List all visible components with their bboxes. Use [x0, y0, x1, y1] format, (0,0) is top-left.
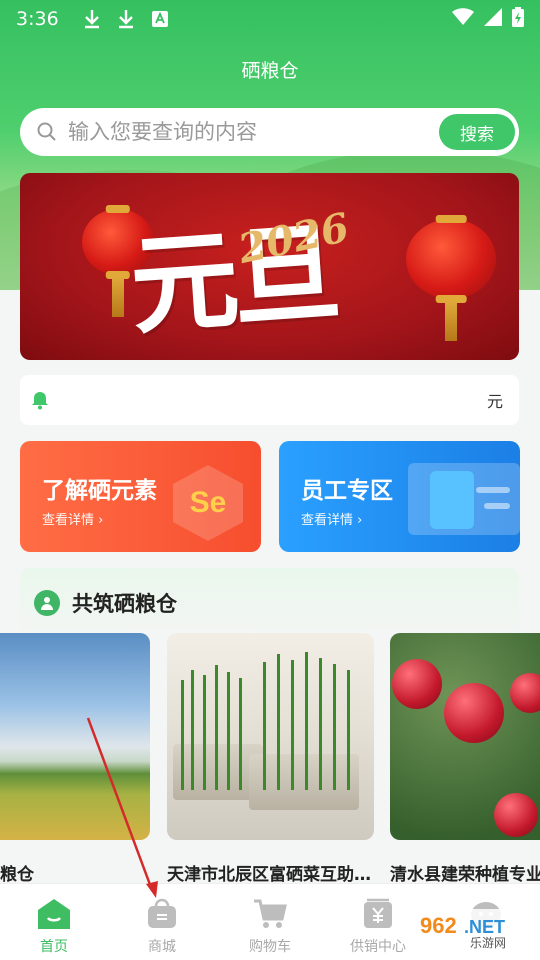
bell-icon: [32, 392, 48, 410]
notice-text: 元: [486, 392, 503, 411]
product-name: 粮仓: [0, 865, 34, 885]
search-bar[interactable]: 搜索: [20, 108, 519, 156]
id-card-icon: [408, 463, 520, 535]
card-detail-link[interactable]: 查看详情 ›: [301, 509, 362, 528]
search-input[interactable]: [68, 120, 439, 144]
page-title: 硒粮仓: [241, 60, 299, 82]
selenium-symbol: Se: [189, 486, 227, 519]
battery-icon: [512, 6, 524, 32]
cart-icon: [252, 896, 288, 932]
tab-label: 供销中心: [350, 939, 406, 955]
product-carousel[interactable]: 粮仓 天津市北辰区富硒菜互助共享 清水县建荣种植专业合: [0, 633, 540, 893]
search-icon: [37, 122, 56, 141]
section-title: 共筑硒粮仓: [72, 588, 181, 620]
product-name: 清水县建荣种植专业合作社: [390, 865, 540, 885]
product-card[interactable]: 清水县建荣种植专业合作社: [390, 633, 540, 885]
notice-bar[interactable]: 元: [20, 375, 519, 425]
home-icon: [36, 896, 72, 932]
signal-icon: [484, 7, 502, 31]
wifi-icon: [452, 7, 474, 31]
section-header: 共筑硒粮仓: [34, 588, 181, 620]
download-icon: [81, 8, 103, 30]
product-image: [0, 633, 150, 840]
tab-shop[interactable]: 商城: [108, 884, 216, 960]
learn-selenium-card[interactable]: 了解硒元素 查看详情 › Se: [20, 441, 261, 552]
svg-text:962: 962: [420, 913, 457, 938]
tab-label: 首页: [40, 939, 68, 955]
download-icon: [115, 8, 137, 30]
svg-text:乐游网: 乐游网: [470, 936, 506, 950]
selenium-hexagon-icon: Se: [173, 465, 243, 541]
product-image: [167, 633, 374, 840]
watermark: 962 .NET 乐游网: [412, 905, 532, 953]
card-detail-link[interactable]: 查看详情 ›: [42, 509, 103, 528]
status-time: 3:36: [16, 8, 59, 30]
product-card[interactable]: 天津市北辰区富硒菜互助共享: [167, 633, 374, 885]
bag-icon: [144, 896, 180, 932]
product-card[interactable]: 粮仓: [0, 633, 150, 885]
product-image: [390, 633, 540, 840]
tab-label: 商城: [148, 939, 176, 955]
svg-text:.NET: .NET: [464, 917, 505, 937]
tab-label: 购物车: [249, 939, 291, 955]
tab-cart[interactable]: 购物车: [216, 884, 324, 960]
watermark-logo: 962 .NET 乐游网: [412, 909, 530, 950]
staff-zone-card[interactable]: 员工专区 查看详情 ›: [279, 441, 520, 552]
card-title: 员工专区: [301, 478, 393, 504]
tab-home[interactable]: 首页: [0, 884, 108, 960]
search-button[interactable]: 搜索: [439, 114, 515, 150]
lantern-decoration: [406, 215, 496, 341]
farmer-icon: [34, 590, 60, 616]
yuan-icon: [360, 896, 396, 932]
status-bar: 3:36: [0, 0, 540, 38]
promo-banner[interactable]: 元旦 2026: [20, 173, 519, 360]
card-title: 了解硒元素: [42, 478, 157, 504]
product-name: 天津市北辰区富硒菜互助共享: [167, 865, 374, 885]
app-notification-icon: [149, 8, 171, 30]
